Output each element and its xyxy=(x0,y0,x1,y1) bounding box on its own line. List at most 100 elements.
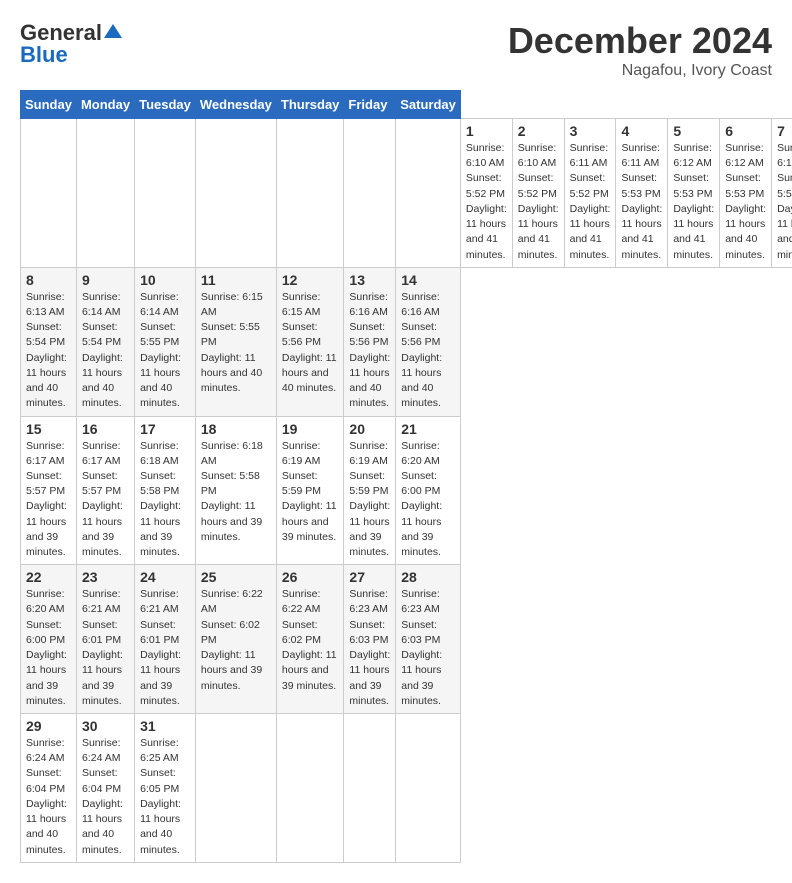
day-info: Sunrise: 6:18 AMSunset: 5:58 PMDaylight:… xyxy=(201,439,271,546)
day-info: Sunrise: 6:10 AMSunset: 5:52 PMDaylight:… xyxy=(518,141,559,263)
day-number: 29 xyxy=(26,718,71,734)
calendar-cell xyxy=(21,119,77,268)
page-header: General Blue December 2024 Nagafou, Ivor… xyxy=(20,20,772,80)
day-number: 14 xyxy=(401,272,455,288)
calendar-cell: 16Sunrise: 6:17 AMSunset: 5:57 PMDayligh… xyxy=(76,416,134,565)
day-header-saturday: Saturday xyxy=(396,91,461,119)
day-number: 22 xyxy=(26,569,71,585)
calendar-body: 1 Sunrise: 6:10 AMSunset: 5:52 PMDaylight… xyxy=(21,119,792,863)
calendar-cell: 30Sunrise: 6:24 AMSunset: 6:04 PMDayligh… xyxy=(76,714,134,863)
calendar-cell: 14Sunrise: 6:16 AMSunset: 5:56 PMDayligh… xyxy=(396,267,461,416)
day-info: Sunrise: 6:23 AMSunset: 6:03 PMDaylight:… xyxy=(401,587,455,709)
title-block: December 2024 Nagafou, Ivory Coast xyxy=(508,20,772,80)
day-info: Sunrise: 6:21 AMSunset: 6:01 PMDaylight:… xyxy=(82,587,129,709)
calendar-cell xyxy=(344,714,396,863)
day-info: Sunrise: 6:23 AMSunset: 6:03 PMDaylight:… xyxy=(349,587,390,709)
calendar-week-4: 22Sunrise: 6:20 AMSunset: 6:00 PMDayligh… xyxy=(21,565,792,714)
day-number: 8 xyxy=(26,272,71,288)
day-info: Sunrise: 6:19 AMSunset: 5:59 PMDaylight:… xyxy=(282,439,339,546)
day-number: 28 xyxy=(401,569,455,585)
calendar-cell: 23 Sunrise: 6:21 AMSunset: 6:01 PMDayligh… xyxy=(76,565,134,714)
day-info: Sunrise: 6:15 AMSunset: 5:56 PMDaylight:… xyxy=(282,290,339,397)
calendar-cell: 19 Sunrise: 6:19 AMSunset: 5:59 PMDayligh… xyxy=(276,416,344,565)
day-info: Sunrise: 6:11 AMSunset: 5:53 PMDaylight:… xyxy=(621,141,662,263)
calendar-cell xyxy=(344,119,396,268)
calendar-cell: 27 Sunrise: 6:23 AMSunset: 6:03 PMDayligh… xyxy=(344,565,396,714)
calendar-cell: 6 Sunrise: 6:12 AMSunset: 5:53 PMDaylight… xyxy=(720,119,772,268)
month-title: December 2024 xyxy=(508,20,772,62)
day-info: Sunrise: 6:16 AMSunset: 5:56 PMDaylight:… xyxy=(349,290,390,412)
calendar-cell xyxy=(195,714,276,863)
calendar-cell: 22Sunrise: 6:20 AMSunset: 6:00 PMDayligh… xyxy=(21,565,77,714)
calendar-cell: 20 Sunrise: 6:19 AMSunset: 5:59 PMDayligh… xyxy=(344,416,396,565)
day-number: 27 xyxy=(349,569,390,585)
logo-blue: Blue xyxy=(20,42,68,68)
day-info: Sunrise: 6:19 AMSunset: 5:59 PMDaylight:… xyxy=(349,439,390,561)
day-info: Sunrise: 6:12 AMSunset: 5:53 PMDaylight:… xyxy=(673,141,714,263)
day-header-wednesday: Wednesday xyxy=(195,91,276,119)
calendar-cell: 24Sunrise: 6:21 AMSunset: 6:01 PMDayligh… xyxy=(135,565,196,714)
calendar-cell: 28 Sunrise: 6:23 AMSunset: 6:03 PMDayligh… xyxy=(396,565,461,714)
calendar-cell: 2 Sunrise: 6:10 AMSunset: 5:52 PMDaylight… xyxy=(512,119,564,268)
day-header-tuesday: Tuesday xyxy=(135,91,196,119)
calendar-cell: 29 Sunrise: 6:24 AMSunset: 6:04 PMDayligh… xyxy=(21,714,77,863)
calendar-table: SundayMondayTuesdayWednesdayThursdayFrid… xyxy=(20,90,792,863)
day-info: Sunrise: 6:12 AMSunset: 5:53 PMDaylight:… xyxy=(725,141,766,263)
day-info: Sunrise: 6:24 AMSunset: 6:04 PMDaylight:… xyxy=(26,736,71,858)
day-info: Sunrise: 6:17 AMSunset: 5:57 PMDaylight:… xyxy=(26,439,71,561)
calendar-cell xyxy=(396,714,461,863)
calendar-week-3: 15 Sunrise: 6:17 AMSunset: 5:57 PMDayligh… xyxy=(21,416,792,565)
day-number: 23 xyxy=(82,569,129,585)
day-number: 4 xyxy=(621,123,662,139)
calendar-cell: 3Sunrise: 6:11 AMSunset: 5:52 PMDaylight… xyxy=(564,119,616,268)
day-number: 2 xyxy=(518,123,559,139)
calendar-cell: 11 Sunrise: 6:15 AMSunset: 5:55 PMDayligh… xyxy=(195,267,276,416)
day-info: Sunrise: 6:11 AMSunset: 5:52 PMDaylight:… xyxy=(570,141,611,263)
day-info: Sunrise: 6:20 AMSunset: 6:00 PMDaylight:… xyxy=(401,439,455,561)
day-number: 13 xyxy=(349,272,390,288)
day-number: 6 xyxy=(725,123,766,139)
calendar-cell: 13 Sunrise: 6:16 AMSunset: 5:56 PMDayligh… xyxy=(344,267,396,416)
calendar-cell: 4 Sunrise: 6:11 AMSunset: 5:53 PMDaylight… xyxy=(616,119,668,268)
day-info: Sunrise: 6:10 AMSunset: 5:52 PMDaylight:… xyxy=(466,141,507,263)
day-number: 20 xyxy=(349,421,390,437)
logo: General Blue xyxy=(20,20,122,68)
day-info: Sunrise: 6:15 AMSunset: 5:55 PMDaylight:… xyxy=(201,290,271,397)
day-number: 15 xyxy=(26,421,71,437)
day-number: 1 xyxy=(466,123,507,139)
location: Nagafou, Ivory Coast xyxy=(508,62,772,80)
day-number: 7 xyxy=(777,123,792,139)
calendar-cell: 25 Sunrise: 6:22 AMSunset: 6:02 PMDayligh… xyxy=(195,565,276,714)
calendar-week-1: 1 Sunrise: 6:10 AMSunset: 5:52 PMDaylight… xyxy=(21,119,792,268)
calendar-cell: 26 Sunrise: 6:22 AMSunset: 6:02 PMDayligh… xyxy=(276,565,344,714)
calendar-week-2: 8 Sunrise: 6:13 AMSunset: 5:54 PMDaylight… xyxy=(21,267,792,416)
day-number: 18 xyxy=(201,421,271,437)
day-info: Sunrise: 6:13 AMSunset: 5:54 PMDaylight:… xyxy=(26,290,71,412)
day-number: 11 xyxy=(201,272,271,288)
day-number: 9 xyxy=(82,272,129,288)
day-number: 5 xyxy=(673,123,714,139)
day-info: Sunrise: 6:13 AMSunset: 5:54 PMDaylight:… xyxy=(777,141,792,263)
day-number: 26 xyxy=(282,569,339,585)
calendar-cell: 31 Sunrise: 6:25 AMSunset: 6:05 PMDayligh… xyxy=(135,714,196,863)
calendar-cell: 10Sunrise: 6:14 AMSunset: 5:55 PMDayligh… xyxy=(135,267,196,416)
calendar-cell: 18 Sunrise: 6:18 AMSunset: 5:58 PMDayligh… xyxy=(195,416,276,565)
calendar-cell xyxy=(276,119,344,268)
calendar-cell xyxy=(396,119,461,268)
calendar-header-row: SundayMondayTuesdayWednesdayThursdayFrid… xyxy=(21,91,792,119)
calendar-cell: 15 Sunrise: 6:17 AMSunset: 5:57 PMDayligh… xyxy=(21,416,77,565)
day-number: 19 xyxy=(282,421,339,437)
calendar-cell xyxy=(276,714,344,863)
calendar-cell: 1 Sunrise: 6:10 AMSunset: 5:52 PMDaylight… xyxy=(460,119,512,268)
day-number: 10 xyxy=(140,272,190,288)
day-info: Sunrise: 6:22 AMSunset: 6:02 PMDaylight:… xyxy=(282,587,339,694)
calendar-cell: 5 Sunrise: 6:12 AMSunset: 5:53 PMDaylight… xyxy=(668,119,720,268)
day-number: 17 xyxy=(140,421,190,437)
day-number: 31 xyxy=(140,718,190,734)
day-header-thursday: Thursday xyxy=(276,91,344,119)
day-number: 25 xyxy=(201,569,271,585)
day-header-sunday: Sunday xyxy=(21,91,77,119)
day-number: 21 xyxy=(401,421,455,437)
day-info: Sunrise: 6:22 AMSunset: 6:02 PMDaylight:… xyxy=(201,587,271,694)
day-info: Sunrise: 6:25 AMSunset: 6:05 PMDaylight:… xyxy=(140,736,190,858)
